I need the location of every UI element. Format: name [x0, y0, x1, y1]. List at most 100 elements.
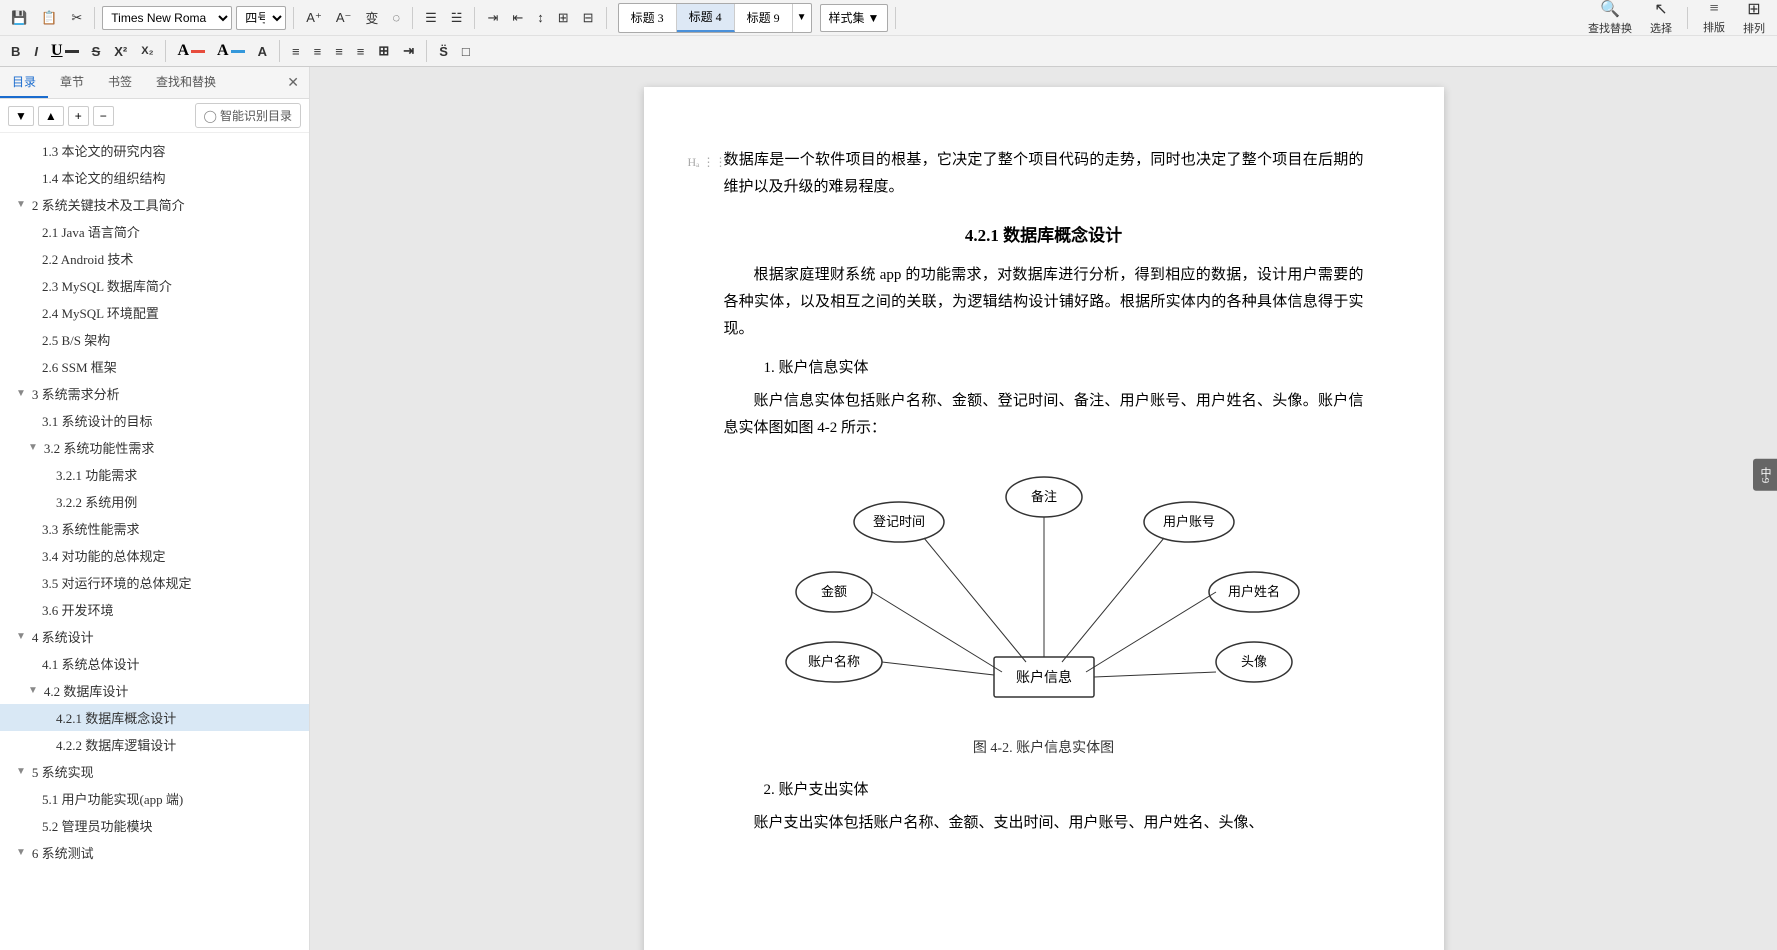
- strikethrough-btn[interactable]: S: [87, 42, 106, 61]
- bold-btn[interactable]: B: [6, 42, 25, 61]
- border-box-btn[interactable]: □: [457, 42, 475, 61]
- toc-section-3[interactable]: ▼ 3 系统需求分析: [0, 380, 309, 407]
- toc-up-btn[interactable]: ▲: [38, 106, 64, 126]
- heading-arrow[interactable]: ▼: [793, 10, 811, 25]
- toc-item-4-1[interactable]: 4.1 系统总体设计: [0, 650, 309, 677]
- indent-btn[interactable]: ⇥: [482, 7, 503, 29]
- tab-find[interactable]: 查找和替换: [144, 67, 228, 98]
- toc-item-2-6[interactable]: 2.6 SSM 框架: [0, 353, 309, 380]
- line-spacing-btn[interactable]: ↕: [532, 7, 549, 28]
- heading-3-item[interactable]: 标题 3: [619, 4, 677, 32]
- heading-4-item[interactable]: 标题 4: [677, 4, 735, 32]
- toc-item-2-2[interactable]: 2.2 Android 技术: [0, 245, 309, 272]
- align-right-btn[interactable]: ≡: [330, 42, 348, 61]
- ai-recognize-btn[interactable]: ◯ 智能识别目录: [195, 103, 301, 128]
- toc-item-label: 3.5 对运行环境的总体规定: [42, 573, 192, 592]
- toc-section-4-2[interactable]: ▼ 4.2 数据库设计: [0, 677, 309, 704]
- right-panel[interactable]: 中9: [1753, 458, 1777, 491]
- section4-arrow: ▼: [16, 631, 26, 642]
- tab-toc[interactable]: 目录: [0, 67, 48, 98]
- find-replace-group[interactable]: 🔍 查找替换: [1582, 0, 1638, 38]
- tab-chapter[interactable]: 章节: [48, 67, 96, 98]
- arrange2-label: 排列: [1743, 20, 1765, 36]
- quick-save-btn[interactable]: 💾: [6, 7, 32, 29]
- font-name-select[interactable]: Times New Roma: [102, 6, 232, 30]
- cut-btn[interactable]: ✂: [66, 7, 87, 29]
- font-decrease-btn[interactable]: A⁻: [331, 7, 357, 29]
- paste-btn[interactable]: 📋: [36, 7, 62, 29]
- select-group[interactable]: ↖ 选择: [1644, 0, 1678, 38]
- underline-color-bar: [65, 50, 79, 53]
- svg-text:用户姓名: 用户姓名: [1227, 584, 1279, 599]
- toc-item-label: 3.3 系统性能需求: [42, 519, 140, 538]
- toc-item-3-1[interactable]: 3.1 系统设计的目标: [0, 407, 309, 434]
- toc-item-3-3[interactable]: 3.3 系统性能需求: [0, 515, 309, 542]
- align-justify-btn[interactable]: ≡: [352, 42, 370, 61]
- arrange-group[interactable]: ≡ 排版: [1697, 0, 1731, 37]
- font-increase-btn[interactable]: A⁺: [301, 7, 327, 29]
- toolbar: 💾 📋 ✂ Times New Roma 四号 A⁺ A⁻ 变 ◌ ☰ ☱ ⇥ …: [0, 0, 1777, 67]
- sidebar-tabs: 目录 章节 书签 查找和替换 ✕: [0, 67, 309, 99]
- toc-item-2-5[interactable]: 2.5 B/S 架构: [0, 326, 309, 353]
- toc-item-label: 2.1 Java 语言简介: [42, 222, 140, 241]
- toc-remove-btn[interactable]: −: [93, 106, 114, 126]
- toc-section-4[interactable]: ▼ 4 系统设计: [0, 623, 309, 650]
- columns-btn[interactable]: ⊞: [373, 41, 394, 61]
- font-color-btn: A: [177, 42, 189, 60]
- style-set-btn[interactable]: 样式集 ▼: [820, 4, 889, 32]
- heading-9-item[interactable]: 标题 9: [735, 4, 793, 32]
- subscript-btn[interactable]: X₂: [136, 43, 158, 59]
- toc-item-3-2-2[interactable]: 3.2.2 系统用例: [0, 488, 309, 515]
- er-diagram-svg: 账户信息 备注 登记时间 用户账号 金额: [724, 462, 1364, 722]
- toc-section-5[interactable]: ▼ 5 系统实现: [0, 758, 309, 785]
- column-btn[interactable]: ⊞: [553, 7, 574, 29]
- char-style-btn[interactable]: A: [253, 42, 272, 61]
- sidebar-close-btn[interactable]: ✕: [277, 67, 309, 98]
- font-size-select[interactable]: 四号: [236, 6, 286, 30]
- section3-arrow: ▼: [16, 388, 26, 399]
- toc-add-btn[interactable]: +: [68, 106, 89, 126]
- font-color-group[interactable]: A: [173, 40, 209, 62]
- toc-collapse-btn[interactable]: ▼: [8, 106, 34, 126]
- font-style-btn[interactable]: 变: [360, 5, 383, 30]
- list-btn[interactable]: ☰: [420, 7, 442, 29]
- toc-section-2[interactable]: ▼ 2 系统关键技术及工具简介: [0, 191, 309, 218]
- toc-item-3-6[interactable]: 3.6 开发环境: [0, 596, 309, 623]
- svg-text:账户名称: 账户名称: [807, 654, 859, 669]
- align-center-btn[interactable]: ≡: [309, 42, 327, 61]
- section3-2-arrow: ▼: [28, 442, 38, 453]
- section6-arrow: ▼: [16, 847, 26, 858]
- shadow-btn[interactable]: S̈: [434, 42, 453, 61]
- numbered-item-1: 1. 账户信息实体: [764, 355, 1364, 382]
- italic-btn[interactable]: I: [29, 42, 43, 61]
- toc-item-label: 4.1 系统总体设计: [42, 654, 140, 673]
- toc-item-2-4[interactable]: 2.4 MySQL 环境配置: [0, 299, 309, 326]
- list2-btn[interactable]: ☱: [446, 7, 468, 29]
- toc-item-3-5[interactable]: 3.5 对运行环境的总体规定: [0, 569, 309, 596]
- clear-format-btn[interactable]: ◌: [387, 7, 405, 28]
- toc-item-4-2-1[interactable]: 4.2.1 数据库概念设计: [0, 704, 309, 731]
- borders-btn[interactable]: ⊟: [578, 7, 599, 29]
- toc-item-label: 5.1 用户功能实现(app 端): [42, 789, 183, 808]
- toc-item-3-2-1[interactable]: 3.2.1 功能需求: [0, 461, 309, 488]
- underline-group[interactable]: U: [47, 40, 83, 62]
- indent2-btn[interactable]: ⇥: [398, 41, 419, 61]
- toc-section-6[interactable]: ▼ 6 系统测试: [0, 839, 309, 866]
- arrange2-group[interactable]: ⊞ 排列: [1737, 0, 1771, 38]
- toc-item-5-2[interactable]: 5.2 管理员功能模块: [0, 812, 309, 839]
- toc-item-1-3[interactable]: 1.3 本论文的研究内容: [0, 137, 309, 164]
- svg-text:头像: 头像: [1240, 654, 1266, 669]
- superscript-btn[interactable]: X²: [109, 42, 132, 61]
- toc-item-3-4[interactable]: 3.4 对功能的总体规定: [0, 542, 309, 569]
- tab-bookmark[interactable]: 书签: [96, 67, 144, 98]
- toc-item-4-2-2[interactable]: 4.2.2 数据库逻辑设计: [0, 731, 309, 758]
- toc-item-5-1[interactable]: 5.1 用户功能实现(app 端): [0, 785, 309, 812]
- outdent-btn[interactable]: ⇤: [507, 7, 528, 29]
- toc-section-3-2[interactable]: ▼ 3.2 系统功能性需求: [0, 434, 309, 461]
- toc-item-1-4[interactable]: 1.4 本论文的组织结构: [0, 164, 309, 191]
- doc-page: Hₐ ⋮⋮ 数据库是一个软件项目的根基，它决定了整个项目代码的走势，同时也决定了…: [644, 87, 1444, 950]
- toc-item-2-1[interactable]: 2.1 Java 语言简介: [0, 218, 309, 245]
- highlight-group[interactable]: A: [213, 40, 249, 62]
- toc-item-2-3[interactable]: 2.3 MySQL 数据库简介: [0, 272, 309, 299]
- align-left-btn[interactable]: ≡: [287, 42, 305, 61]
